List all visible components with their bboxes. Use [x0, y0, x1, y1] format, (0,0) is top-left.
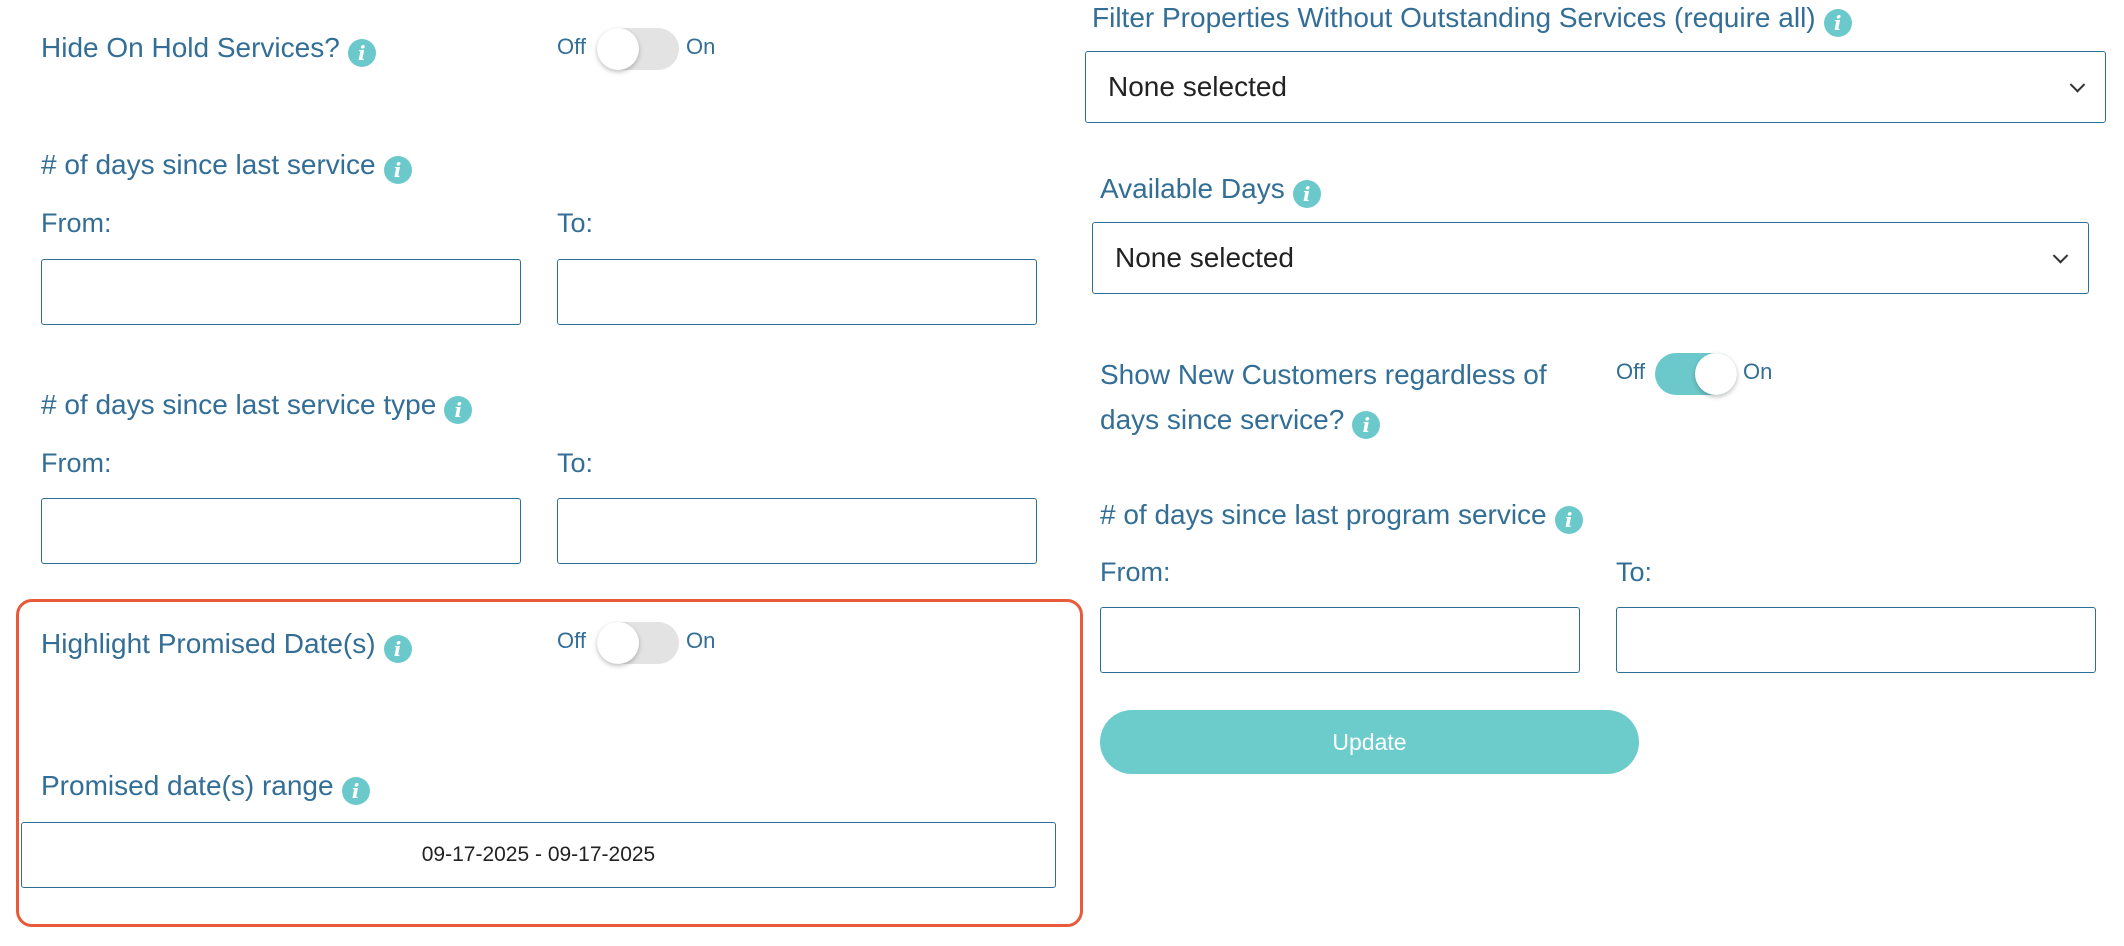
- days-since-last-service-label: # of days since last service i: [41, 147, 412, 184]
- promised-date-range-input[interactable]: 09-17-2025 - 09-17-2025: [21, 822, 1056, 888]
- hide-on-hold-label: Hide On Hold Services? i: [41, 30, 376, 67]
- from-label: From:: [41, 448, 112, 478]
- available-days-selected: None selected: [1115, 242, 1295, 273]
- highlight-promised-label: Highlight Promised Date(s) i: [41, 626, 412, 663]
- days-since-program-to-input[interactable]: [1616, 607, 2096, 673]
- info-icon[interactable]: i: [1352, 411, 1381, 439]
- highlight-promised-toggle[interactable]: [597, 622, 679, 664]
- days-since-last-service-type-from-input[interactable]: [41, 498, 521, 564]
- toggle-off-text: Off: [557, 34, 586, 59]
- to-label: To:: [1616, 557, 1653, 587]
- filter-properties-select[interactable]: None selected: [1085, 51, 2106, 123]
- to-label: To:: [557, 208, 594, 238]
- info-icon[interactable]: i: [444, 396, 473, 424]
- info-icon[interactable]: i: [347, 39, 376, 67]
- info-icon[interactable]: i: [1554, 506, 1583, 534]
- info-icon[interactable]: i: [383, 156, 412, 184]
- days-since-last-service-to-input[interactable]: [557, 259, 1037, 325]
- available-days-label: Available Days i: [1100, 171, 1321, 208]
- filter-properties-selected: None selected: [1108, 71, 1288, 102]
- toggle-off-text: Off: [1616, 359, 1645, 384]
- info-icon[interactable]: i: [1823, 9, 1852, 37]
- days-since-program-label: # of days since last program service i: [1100, 497, 1583, 534]
- show-new-customers-toggle[interactable]: [1655, 353, 1737, 395]
- promised-range-label: Promised date(s) range i: [41, 768, 370, 805]
- toggle-off-text: Off: [557, 628, 586, 653]
- info-icon[interactable]: i: [1292, 180, 1321, 208]
- toggle-knob: [597, 28, 639, 70]
- toggle-knob: [1695, 353, 1737, 395]
- hide-on-hold-toggle[interactable]: [597, 28, 679, 70]
- days-since-last-service-from-input[interactable]: [41, 259, 521, 325]
- from-label: From:: [41, 208, 112, 238]
- update-button[interactable]: Update: [1100, 710, 1639, 774]
- toggle-knob: [597, 622, 639, 664]
- days-since-last-service-type-to-input[interactable]: [557, 498, 1037, 564]
- days-since-last-service-type-label: # of days since last service type i: [41, 387, 473, 424]
- chevron-down-icon: [2052, 248, 2069, 264]
- toggle-on-text: On: [686, 628, 716, 653]
- show-new-customers-label: Show New Customers regardless of days si…: [1100, 359, 1547, 439]
- filter-properties-label: Filter Properties Without Outstanding Se…: [1092, 0, 1852, 37]
- info-icon[interactable]: i: [383, 635, 412, 663]
- chevron-down-icon: [2069, 77, 2086, 93]
- days-since-program-from-input[interactable]: [1100, 607, 1580, 673]
- available-days-select[interactable]: None selected: [1092, 222, 2089, 294]
- toggle-on-text: On: [686, 34, 716, 59]
- from-label: From:: [1100, 557, 1171, 587]
- to-label: To:: [557, 448, 594, 478]
- promised-date-range-value: 09-17-2025 - 09-17-2025: [421, 843, 656, 866]
- info-icon[interactable]: i: [341, 777, 370, 805]
- toggle-on-text: On: [1743, 359, 1773, 384]
